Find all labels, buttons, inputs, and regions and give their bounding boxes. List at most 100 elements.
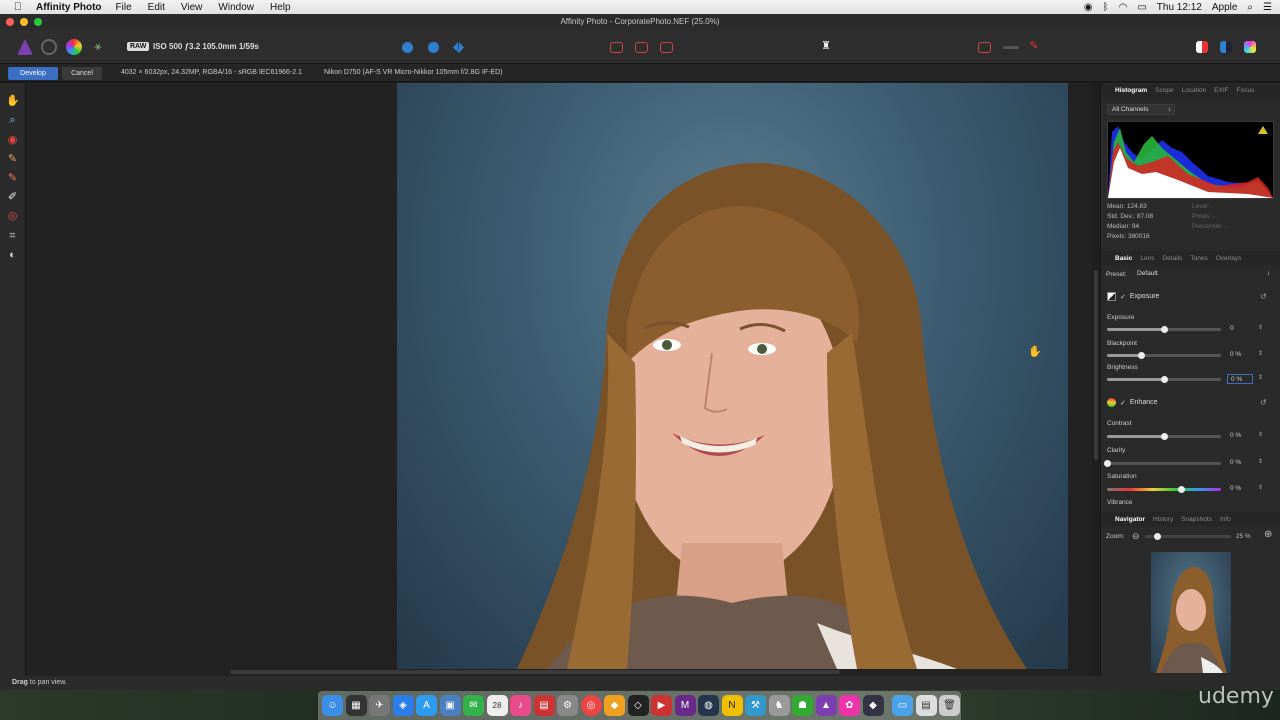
view-tool-icon[interactable]: ✋ [6,95,20,108]
battery-icon[interactable]: ▭ [1137,2,1146,13]
brightness-stepper-icon[interactable]: ⇕ [1258,374,1263,381]
zoom-value[interactable]: 25 % [1236,532,1251,542]
tab-location[interactable]: Location [1182,87,1207,94]
zoom-out-icon[interactable]: ⊖ [1132,531,1140,541]
clipping-shadows-icon[interactable] [635,42,648,53]
overlay-paint-icon[interactable]: ✎ [1026,39,1042,55]
exposure-enable-checkbox[interactable]: ✓ [1120,293,1126,301]
photo-persona-icon[interactable] [17,39,33,55]
sketch-icon[interactable]: ◆ [604,695,625,716]
clipping-highlights-icon[interactable] [610,42,623,53]
menu-window[interactable]: Window [218,2,254,13]
wifi-icon[interactable]: ◠ [1119,2,1128,13]
messages-icon[interactable]: ✉ [463,695,484,716]
horizontal-scrollbar[interactable] [230,670,840,674]
tab-navigator[interactable]: Navigator [1115,516,1145,523]
enhance-enable-checkbox[interactable]: ✓ [1120,399,1126,407]
tab-snapshots[interactable]: Snapshots [1181,516,1212,523]
blackpoint-slider[interactable] [1107,352,1221,359]
canvas-area[interactable] [26,83,1092,676]
xcode-icon[interactable]: ⚒ [745,695,766,716]
notification-center-icon[interactable]: ☰ [1263,2,1272,13]
view-mirror-icon[interactable] [453,42,464,53]
zoom-tool-icon[interactable]: ⌕ [6,114,19,127]
overlay-icon[interactable] [978,42,991,53]
documents-icon[interactable]: ▤ [915,695,937,716]
brightness-value[interactable]: 0 % [1227,374,1253,384]
cancel-button[interactable]: Cancel [62,67,102,80]
menubar-user[interactable]: Apple [1212,2,1238,13]
menu-help[interactable]: Help [270,2,291,13]
clarity-stepper-icon[interactable]: ⇕ [1258,458,1263,465]
clarity-slider[interactable] [1104,460,1221,467]
safari-icon[interactable]: ◈ [392,695,414,716]
blemish-tool-icon[interactable]: ✎ [6,153,19,166]
close-window-button[interactable] [6,18,14,26]
studio-presets-icon[interactable] [1244,41,1256,53]
tab-exif[interactable]: EXIF [1214,87,1228,94]
menu-app-name[interactable]: Affinity Photo [36,2,102,13]
clipping-tones-icon[interactable] [660,42,673,53]
overlay-erase-tool-icon[interactable]: ✐ [6,191,19,204]
spotlight-search-icon[interactable]: ⌕ [1247,2,1253,13]
tab-focus[interactable]: Focus [1237,87,1255,94]
exposure-value[interactable]: 0 [1227,324,1253,334]
tab-tones[interactable]: Tones [1190,255,1207,262]
chrome-icon[interactable]: ◎ [580,695,602,716]
vertical-scrollbar[interactable] [1094,270,1098,460]
navigator-thumbnail[interactable] [1151,552,1231,673]
tab-histogram[interactable]: Histogram [1115,87,1147,94]
overlay-bar-icon[interactable] [1003,46,1019,49]
overlay-brush-tool-icon[interactable]: ✎ [6,172,19,185]
m-app-icon[interactable]: M [674,695,696,716]
develop-persona-icon[interactable] [66,39,82,55]
view-split-icon[interactable] [428,42,439,53]
exposure-slider[interactable] [1107,326,1221,333]
tab-scope[interactable]: Scope [1155,87,1173,94]
launchpad-icon[interactable]: ✈ [369,695,390,716]
view-single-icon[interactable] [402,42,413,53]
screenflow-icon[interactable]: ▶ [651,695,672,716]
preview-icon[interactable]: ▣ [439,695,461,716]
saturation-value[interactable]: 0 % [1227,484,1253,494]
system-preferences-icon[interactable]: ⚙ [557,695,578,716]
itunes-icon[interactable]: ♪ [510,695,531,716]
unity-icon[interactable]: ◇ [627,695,649,716]
brightness-slider[interactable] [1107,376,1221,383]
calendar-icon[interactable]: 28 [486,695,508,716]
tab-info[interactable]: Info [1220,516,1231,523]
studio-right-icon[interactable] [1220,41,1232,53]
affinity-photo-dock-icon[interactable]: ▲ [815,695,837,716]
zoom-window-button[interactable] [34,18,42,26]
clarity-value[interactable]: 0 % [1227,458,1253,468]
portrait-photo[interactable] [397,83,1068,669]
overlay-gradient-tool-icon[interactable]: ◎ [6,210,19,223]
photos-icon[interactable]: ✿ [839,695,860,716]
tab-lens[interactable]: Lens [1140,255,1154,262]
folder-icon[interactable]: ▭ [892,695,913,716]
contrast-stepper-icon[interactable]: ⇕ [1258,431,1263,438]
tab-history[interactable]: History [1153,516,1173,523]
menu-edit[interactable]: Edit [148,2,165,13]
red-eye-tool-icon[interactable]: ◉ [6,134,19,147]
menu-view[interactable]: View [181,2,203,13]
tab-basic[interactable]: Basic [1115,255,1132,262]
globe-app-icon[interactable]: ◍ [698,695,719,716]
reset-enhance-icon[interactable]: ↺ [1260,398,1267,407]
apple-menu-icon[interactable]:  [0,1,36,13]
zoom-in-icon[interactable]: ⊕ [1264,530,1272,540]
saturation-slider[interactable] [1107,486,1221,493]
menubar-clock[interactable]: Thu 12:12 [1157,2,1202,13]
develop-button[interactable]: Develop [8,67,58,80]
trash-icon[interactable]: 🗑 [939,695,960,716]
contrast-value[interactable]: 0 % [1227,431,1253,441]
enhance-section-header[interactable]: ✓ Enhance [1107,398,1158,407]
saturation-stepper-icon[interactable]: ⇕ [1258,484,1263,491]
exposure-section-header[interactable]: ✓ Exposure [1107,292,1159,301]
export-persona-icon[interactable]: ⚹ [90,39,106,55]
assistant-icon[interactable]: ♜ [818,39,834,55]
crop-tool-icon[interactable]: ⌗ [6,230,19,243]
menu-file[interactable]: File [116,2,132,13]
channel-select[interactable]: All Channels ↕ [1107,104,1175,115]
automator-icon[interactable]: ♞ [768,695,790,716]
